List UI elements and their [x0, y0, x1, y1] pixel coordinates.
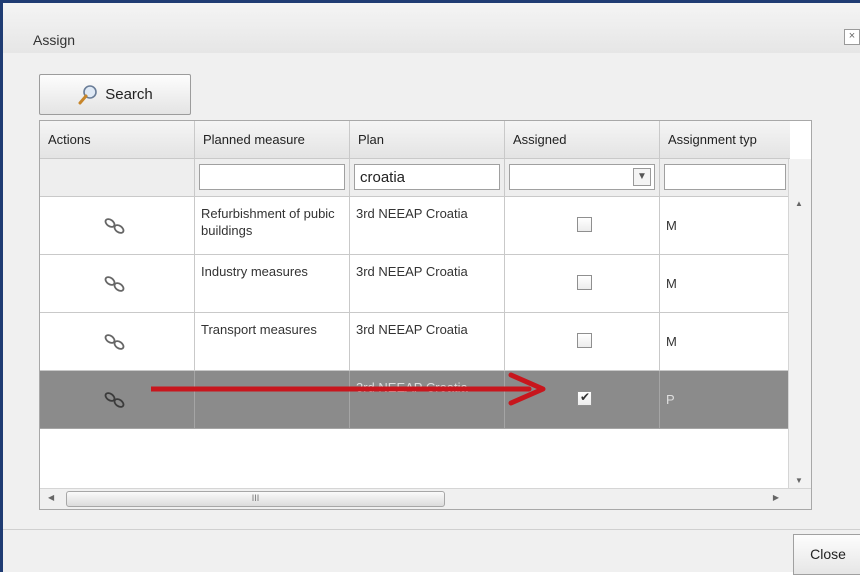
assign-grid: Actions Planned measure Plan Assigned As…: [39, 120, 812, 510]
filter-actions-empty: [40, 159, 195, 197]
assignment-type-cell: M: [660, 255, 790, 313]
check-icon: ✔: [580, 390, 591, 404]
grid-header: Actions Planned measure Plan Assigned As…: [40, 121, 790, 159]
plan-cell: 3rd NEEAP Croatia: [350, 313, 505, 371]
scroll-up-icon[interactable]: ▲: [795, 199, 803, 208]
grid-empty-area: [40, 429, 791, 481]
assignment-type-value: M: [666, 334, 677, 349]
dialog-titlebar: Assign ×: [3, 3, 860, 53]
table-row[interactable]: Refurbishment of pubic buildings 3rd NEE…: [40, 197, 790, 255]
row-action-cell: [40, 371, 195, 429]
filter-assigned-cell: ▼: [505, 159, 660, 197]
planned-measure-cell: Transport measures: [195, 313, 350, 371]
planned-measure-cell: Industry measures: [195, 255, 350, 313]
table-row[interactable]: Transport measures 3rd NEEAP Croatia M: [40, 313, 790, 371]
horizontal-scrollbar[interactable]: ◀ III ▶: [40, 488, 811, 509]
table-row[interactable]: Industry measures 3rd NEEAP Croatia M: [40, 255, 790, 313]
scroll-left-icon[interactable]: ◀: [48, 493, 54, 502]
chevron-down-icon[interactable]: ▼: [633, 168, 651, 186]
plan-cell: 3rd NEEAP Croatia: [350, 371, 505, 429]
column-header-assignment-type[interactable]: Assignment typ: [660, 121, 790, 159]
assigned-checkbox-checked[interactable]: ✔: [577, 390, 592, 406]
link-chain-icon[interactable]: [102, 389, 128, 411]
filter-planned-measure-input[interactable]: [199, 164, 345, 190]
column-header-plan[interactable]: Plan: [350, 121, 505, 159]
planned-measure-cell: Refurbishment of pubic buildings: [195, 197, 350, 255]
link-chain-icon[interactable]: [102, 273, 128, 295]
close-button[interactable]: Close: [793, 534, 860, 575]
planned-measure-cell: [195, 371, 350, 429]
assigned-cell: [505, 313, 660, 371]
table-row-selected[interactable]: 3rd NEEAP Croatia ✔ P: [40, 371, 790, 429]
link-chain-icon[interactable]: [102, 215, 128, 237]
search-button-label: Search: [105, 86, 153, 103]
scroll-down-icon[interactable]: ▼: [795, 476, 803, 485]
assignment-type-value: M: [666, 276, 677, 291]
horizontal-scroll-thumb[interactable]: III: [66, 491, 445, 507]
filter-assignment-type-cell: [660, 159, 790, 197]
assignment-type-cell: M: [660, 313, 790, 371]
column-header-planned-measure[interactable]: Planned measure: [195, 121, 350, 159]
assigned-cell: [505, 197, 660, 255]
scroll-right-icon[interactable]: ▶: [773, 493, 779, 502]
assign-dialog: Assign × Search Actions Planned measure …: [0, 0, 860, 575]
row-action-cell: [40, 255, 195, 313]
close-icon[interactable]: ×: [844, 29, 860, 45]
assigned-cell: [505, 255, 660, 313]
filter-planned-measure-cell: [195, 159, 350, 197]
assignment-type-value: P: [666, 392, 675, 407]
search-button[interactable]: Search: [39, 74, 191, 115]
assignment-type-cell: P: [660, 371, 790, 429]
footer-divider: [3, 529, 860, 530]
assigned-checkbox[interactable]: [577, 217, 592, 232]
column-header-assigned[interactable]: Assigned: [505, 121, 660, 159]
assigned-checkbox[interactable]: [577, 275, 592, 290]
magnifier-icon: [78, 84, 98, 104]
row-action-cell: [40, 313, 195, 371]
grid-filter-row: ▼: [40, 159, 790, 197]
plan-cell: 3rd NEEAP Croatia: [350, 255, 505, 313]
assigned-checkbox[interactable]: [577, 333, 592, 348]
vertical-scrollbar[interactable]: ▲ ▼: [788, 159, 811, 491]
filter-plan-input[interactable]: [354, 164, 500, 190]
plan-cell: 3rd NEEAP Croatia: [350, 197, 505, 255]
row-action-cell: [40, 197, 195, 255]
assigned-cell: ✔: [505, 371, 660, 429]
assignment-type-cell: M: [660, 197, 790, 255]
dialog-title: Assign: [33, 32, 76, 48]
filter-plan-cell: [350, 159, 505, 197]
assignment-type-value: M: [666, 218, 677, 233]
filter-assignment-type-input[interactable]: [664, 164, 786, 190]
link-chain-icon[interactable]: [102, 331, 128, 353]
column-header-actions[interactable]: Actions: [40, 121, 195, 159]
